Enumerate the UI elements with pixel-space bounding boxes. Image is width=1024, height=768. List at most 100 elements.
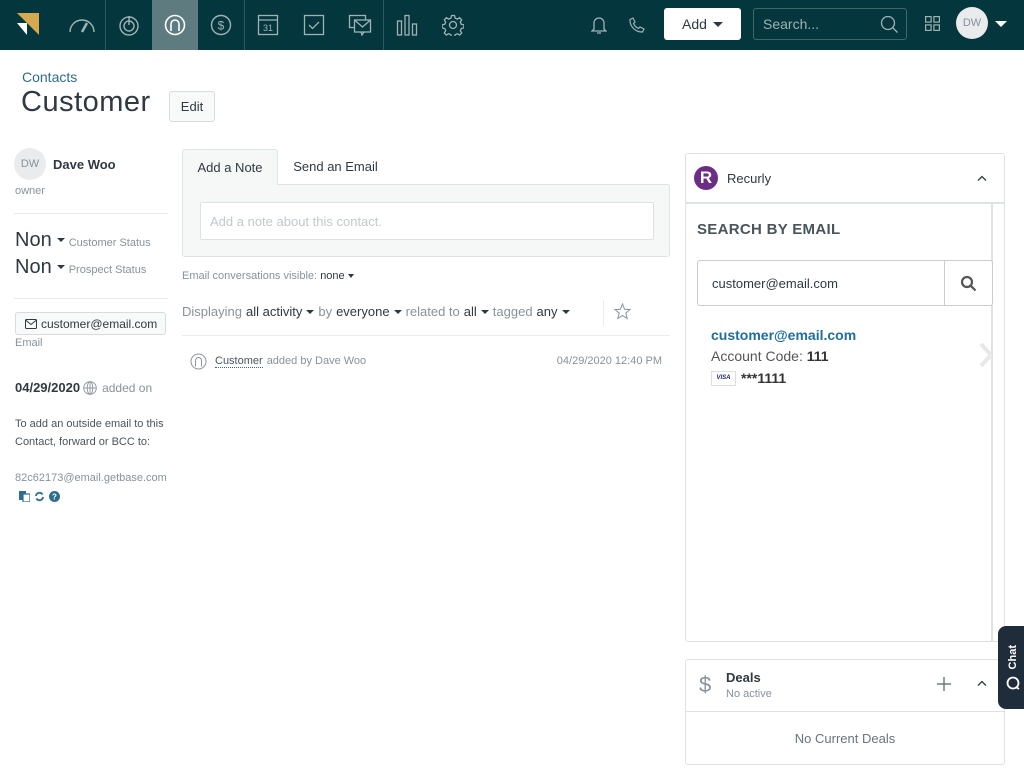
- nav-reports[interactable]: [384, 0, 430, 50]
- email-button[interactable]: customer@email.com: [15, 312, 166, 335]
- result-account-code: Account Code: 111: [711, 348, 829, 364]
- bcc-email[interactable]: 82c62173@email.getbase.com: [15, 472, 167, 484]
- phone-icon: [629, 17, 645, 33]
- calendar-icon: 31: [257, 14, 279, 36]
- user-avatar[interactable]: DW: [956, 7, 988, 39]
- activity-filters: Displaying all activity by everyone rela…: [182, 304, 570, 319]
- dollar-icon: $: [699, 672, 712, 697]
- owner-avatar: DW: [14, 148, 46, 180]
- global-search[interactable]: [753, 8, 907, 40]
- chevron-down-icon[interactable]: [393, 309, 402, 314]
- search-icon: [960, 275, 977, 291]
- note-panel: [182, 184, 670, 257]
- email-visibility-label: Email conversations visible:: [182, 270, 318, 282]
- bcc-instructions: To add an outside email to this Contact,…: [15, 418, 164, 448]
- search-input[interactable]: [754, 9, 874, 39]
- chat-button[interactable]: Chat: [998, 626, 1024, 709]
- customer-status-value[interactable]: Non: [15, 229, 52, 252]
- envelope-icon: [25, 318, 37, 329]
- chat-label: Chat: [1007, 645, 1019, 670]
- page-title: Customer: [21, 86, 151, 118]
- account-code-label: Account Code:: [711, 348, 803, 364]
- filter-text: Displaying: [182, 304, 242, 319]
- email-value: customer@email.com: [41, 316, 158, 331]
- apps-grid-icon[interactable]: [925, 16, 940, 31]
- result-email-link[interactable]: customer@email.com: [711, 327, 856, 343]
- search-by-email-label: SEARCH BY EMAIL: [697, 221, 841, 238]
- filter-text: tagged: [492, 304, 533, 319]
- nav-leads[interactable]: [106, 0, 152, 50]
- help-icon[interactable]: ?: [49, 490, 60, 502]
- star-icon[interactable]: [614, 303, 631, 320]
- chevron-down-icon[interactable]: [56, 265, 65, 269]
- deals-title: Deals: [726, 670, 761, 685]
- user-menu-chevron-icon[interactable]: [995, 21, 1007, 27]
- customer-status-dropdown[interactable]: Non Customer Status: [15, 229, 151, 252]
- owner-name[interactable]: Dave Woo: [53, 157, 116, 172]
- edit-button[interactable]: Edit: [169, 91, 215, 122]
- globe-icon: [83, 380, 97, 395]
- recurly-email-input[interactable]: [697, 260, 945, 306]
- nav-dashboard[interactable]: [59, 0, 105, 50]
- nav-tasks[interactable]: [291, 0, 337, 50]
- added-label: added on: [102, 380, 153, 395]
- deals-header[interactable]: $ Deals No active: [686, 660, 1004, 712]
- add-deal-icon[interactable]: [937, 677, 951, 691]
- deals-empty-state: No Current Deals: [794, 731, 896, 746]
- breadcrumb-contacts[interactable]: Contacts: [22, 69, 77, 85]
- contact-icon: [164, 14, 186, 36]
- messages-icon: [348, 14, 372, 36]
- target-icon: [119, 16, 139, 36]
- chevron-down-icon[interactable]: [56, 238, 65, 242]
- recurly-search-button[interactable]: [944, 260, 993, 306]
- nav-settings[interactable]: [430, 0, 476, 50]
- top-navigation: $ 31 Add Search... DW: [0, 0, 1024, 50]
- recurly-title: Recurly: [727, 170, 772, 186]
- activity-subject-link[interactable]: Customer: [215, 355, 263, 368]
- tab-add-note[interactable]: Add a Note: [182, 149, 278, 185]
- bar-chart-icon: [396, 14, 418, 36]
- prospect-status-dropdown[interactable]: Non Prospect Status: [15, 256, 146, 279]
- composer: Add a Note Send an Email: [182, 149, 670, 257]
- added-date: 04/29/2020: [15, 380, 81, 395]
- chevron-up-icon[interactable]: [977, 175, 987, 181]
- tab-send-email[interactable]: Send an Email: [278, 149, 393, 184]
- svg-text:31: 31: [263, 23, 273, 33]
- checkbox-icon: [303, 14, 325, 36]
- user-filter[interactable]: everyone: [336, 304, 389, 319]
- app-logo[interactable]: [14, 12, 42, 36]
- prospect-status-value[interactable]: Non: [15, 256, 52, 279]
- copy-icon[interactable]: [19, 490, 30, 502]
- recurly-header[interactable]: R Recurly: [686, 154, 1004, 204]
- filter-text: related to: [405, 304, 460, 319]
- visa-icon: VISA: [711, 370, 736, 386]
- chat-bubble-icon: [1006, 676, 1020, 690]
- email-visibility: Email conversations visible: none: [182, 270, 354, 282]
- filter-text: by: [318, 304, 333, 319]
- nav-contacts[interactable]: [152, 0, 198, 50]
- activity-type-filter[interactable]: all activity: [246, 304, 302, 319]
- activity-text: added by Dave Woo: [266, 355, 367, 367]
- nav-calendar[interactable]: 31: [245, 0, 291, 50]
- email-visibility-value[interactable]: none: [320, 270, 344, 282]
- related-filter[interactable]: all: [464, 304, 477, 319]
- recurly-logo: R: [694, 166, 718, 190]
- search-icon[interactable]: [880, 15, 899, 34]
- chevron-up-icon[interactable]: [977, 680, 987, 686]
- chevron-down-icon[interactable]: [480, 309, 489, 314]
- note-input[interactable]: [200, 202, 654, 240]
- nav-deals[interactable]: $: [198, 0, 244, 50]
- refresh-icon[interactable]: [34, 491, 45, 502]
- chevron-down-icon[interactable]: [347, 274, 354, 279]
- chevron-right-icon[interactable]: [979, 342, 993, 368]
- chevron-down-icon[interactable]: [561, 309, 570, 314]
- chevron-down-icon[interactable]: [306, 309, 315, 314]
- contact-icon: [190, 353, 207, 369]
- add-button[interactable]: Add: [664, 8, 741, 40]
- nav-communication[interactable]: [337, 0, 383, 50]
- dollar-icon: $: [210, 14, 232, 36]
- tag-filter[interactable]: any: [537, 304, 558, 319]
- add-label: Add: [682, 16, 707, 32]
- phone-button[interactable]: [614, 0, 660, 50]
- divider: [182, 335, 670, 336]
